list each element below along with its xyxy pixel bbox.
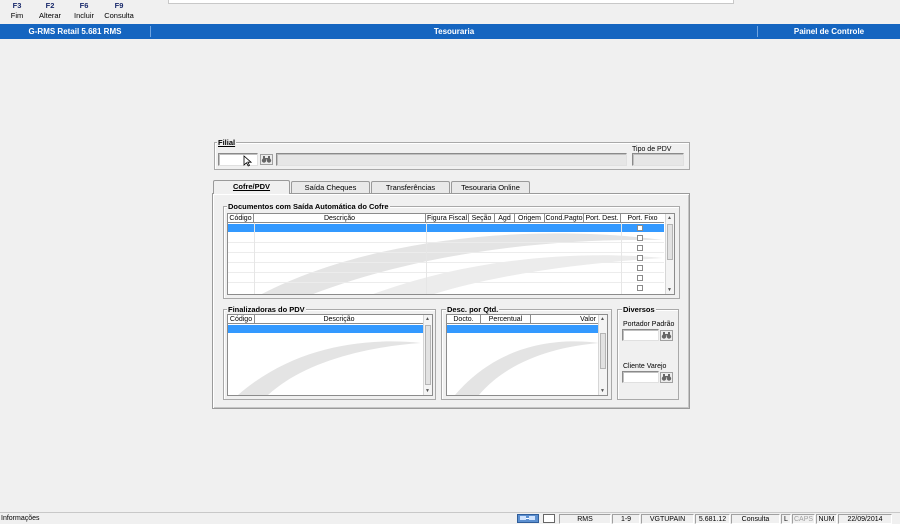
port-fixo-checkbox[interactable]: [637, 245, 643, 251]
finalizadoras-grid[interactable]: Código Descrição ▲ ▼: [227, 314, 433, 396]
filial-code-input[interactable]: [218, 153, 258, 166]
tipo-pdv-field: [632, 153, 684, 166]
filial-name-field: [276, 153, 627, 166]
fkey-label: Alterar: [38, 11, 62, 20]
col-port-dest[interactable]: Port. Dest.: [584, 214, 621, 223]
documentos-grid[interactable]: Código Descrição Figura Fiscal Seção Agd…: [227, 213, 675, 295]
scroll-up-icon[interactable]: ▲: [667, 215, 672, 221]
col-descricao[interactable]: Descrição: [255, 315, 423, 324]
port-fixo-checkbox[interactable]: [637, 265, 643, 271]
desc-qtd-grid[interactable]: Docto. Percentual Valor ▲ ▼: [446, 314, 608, 396]
scroll-thumb[interactable]: [600, 333, 606, 369]
fkey-code: F9: [114, 1, 124, 10]
app-title: G-RMS Retail 5.681 RMS: [28, 27, 122, 36]
scroll-down-icon[interactable]: ▼: [600, 388, 605, 394]
watermark-swoosh: [455, 341, 599, 395]
finalizadoras-header: Código Descrição: [228, 315, 423, 324]
documentos-scrollbar[interactable]: ▲ ▼: [665, 214, 674, 294]
tab-label: Tesouraria Online: [461, 183, 520, 192]
filial-label-text: Filial: [218, 138, 236, 147]
desc-qtd-title: Desc. por Qtd.: [446, 305, 500, 314]
scroll-down-icon[interactable]: ▼: [667, 287, 672, 293]
portador-padrao-label: Portador Padrão: [623, 321, 675, 328]
desc-qtd-scrollbar[interactable]: ▲ ▼: [598, 315, 607, 395]
finalizadoras-title: Finalizadoras do PDV: [227, 305, 306, 314]
documentos-title: Documentos com Saída Automática do Cofre: [227, 202, 390, 211]
title-bar: G-RMS Retail 5.681 RMS Tesouraria Painel…: [0, 24, 900, 39]
col-agd[interactable]: Agd: [495, 214, 515, 223]
fkey-code: F2: [45, 1, 55, 10]
cliente-varejo-label: Cliente Varejo: [623, 363, 667, 370]
col-origem[interactable]: Origem: [515, 214, 545, 223]
col-line: [254, 223, 255, 294]
fkey-label: Incluir: [73, 11, 94, 20]
status-bar: Informações RMS 1-9 VGTUPAIN 5.681.12 Co…: [0, 512, 900, 524]
tab-tesouraria-online[interactable]: Tesouraria Online: [451, 181, 530, 193]
diversos-title: Diversos: [622, 305, 656, 314]
tab-label: Transferências: [385, 183, 436, 192]
filial-label: Filial: [217, 138, 237, 147]
fkey-consulta[interactable]: F9 Consulta: [102, 0, 136, 21]
module-title: Tesouraria: [433, 27, 475, 36]
row-line: [228, 262, 664, 263]
scroll-up-icon[interactable]: ▲: [425, 316, 430, 322]
row-line: [228, 272, 664, 273]
fkey-alterar[interactable]: F2 Alterar: [33, 0, 67, 21]
col-descricao[interactable]: Descrição: [254, 214, 426, 223]
function-key-bar: F3 Fim F2 Alterar F6 Incluir F9 Consulta: [0, 0, 900, 24]
fkey-incluir[interactable]: F6 Incluir: [67, 0, 101, 21]
desc-qtd-header: Docto. Percentual Valor: [447, 315, 598, 324]
col-codigo[interactable]: Código: [228, 214, 254, 223]
control-panel-link[interactable]: Painel de Controle: [758, 24, 900, 39]
col-line: [426, 223, 427, 294]
col-line: [621, 223, 622, 294]
scroll-thumb[interactable]: [667, 224, 673, 260]
filial-search-icon[interactable]: [260, 154, 273, 165]
port-fixo-checkbox[interactable]: [637, 225, 643, 231]
tab-label: Cofre/PDV: [232, 182, 271, 191]
col-cond-pagto[interactable]: Cond.Pagto: [545, 214, 584, 223]
selected-row[interactable]: [228, 224, 664, 232]
portador-padrao-input[interactable]: [622, 329, 659, 341]
document-icon: [543, 514, 555, 523]
col-docto[interactable]: Docto.: [447, 315, 481, 324]
col-percentual[interactable]: Percentual: [481, 315, 531, 324]
row-line: [228, 242, 664, 243]
fkey-code: F6: [79, 1, 89, 10]
network-icon: [517, 514, 539, 523]
cliente-varejo-input[interactable]: [622, 371, 659, 383]
mouse-cursor: [243, 155, 253, 169]
col-port-fixo[interactable]: Port. Fixo: [621, 214, 664, 223]
documentos-header: Código Descrição Figura Fiscal Seção Agd…: [228, 214, 664, 223]
col-codigo[interactable]: Código: [228, 315, 255, 324]
scroll-up-icon[interactable]: ▲: [600, 316, 605, 322]
port-fixo-checkbox[interactable]: [637, 285, 643, 291]
col-valor[interactable]: Valor: [531, 315, 598, 324]
scroll-down-icon[interactable]: ▼: [425, 388, 430, 394]
row-line: [228, 252, 664, 253]
top-panel-strip: [168, 0, 734, 4]
row-line: [228, 282, 664, 283]
watermark-swoosh: [238, 341, 421, 395]
selected-row[interactable]: [228, 325, 423, 333]
col-secao[interactable]: Seção: [469, 214, 495, 223]
fkey-label: Consulta: [104, 11, 134, 20]
tab-label: Saída Cheques: [304, 183, 357, 192]
fkey-label: Fim: [10, 11, 24, 20]
selected-row[interactable]: [447, 325, 598, 333]
cliente-search-icon[interactable]: [660, 372, 673, 383]
fkey-code: F3: [12, 1, 22, 10]
scroll-thumb[interactable]: [425, 325, 431, 385]
fkey-fim[interactable]: F3 Fim: [0, 0, 34, 21]
tab-saida-cheques[interactable]: Saída Cheques: [291, 181, 370, 193]
port-fixo-checkbox[interactable]: [637, 235, 643, 241]
port-fixo-checkbox[interactable]: [637, 275, 643, 281]
finalizadoras-scrollbar[interactable]: ▲ ▼: [423, 315, 432, 395]
tab-transferencias[interactable]: Transferências: [371, 181, 450, 193]
port-fixo-checkbox[interactable]: [637, 255, 643, 261]
tab-cofre-pdv[interactable]: Cofre/PDV: [213, 180, 290, 194]
col-figura-fiscal[interactable]: Figura Fiscal: [426, 214, 469, 223]
portador-search-icon[interactable]: [660, 330, 673, 341]
